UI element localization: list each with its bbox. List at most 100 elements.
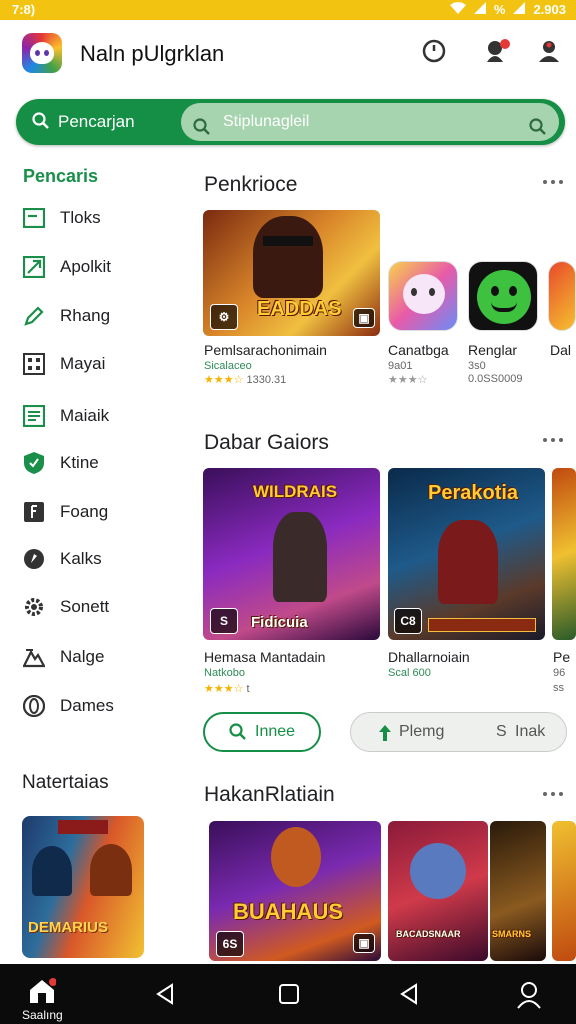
game-card-partial[interactable] bbox=[552, 821, 576, 961]
battery-label: % bbox=[493, 2, 506, 17]
sidebar-item-rhang[interactable]: Rhang bbox=[22, 301, 172, 331]
game-card-bacadsnaar[interactable]: BACADSNAAR bbox=[388, 821, 488, 961]
game-card-wildrais[interactable]: WILDRAIS Fidicuia S bbox=[203, 468, 380, 640]
sidebar-item-label: Rhang bbox=[60, 306, 111, 325]
sidebar-item-label: Ktine bbox=[60, 453, 99, 472]
app-icon-partial[interactable] bbox=[548, 261, 576, 331]
thumbnail-banner bbox=[58, 820, 108, 834]
app-name: Canatbga bbox=[388, 342, 449, 358]
app-name: Dhallarnoiain bbox=[388, 649, 470, 665]
smiley-face bbox=[477, 270, 531, 324]
clock: 2.903 bbox=[533, 2, 566, 17]
app-name: Renglar bbox=[468, 342, 518, 358]
sidebar-item-sonett[interactable]: Sonett bbox=[22, 592, 172, 622]
sidebar-item-dames[interactable]: Dames bbox=[22, 691, 172, 721]
smiley-eye bbox=[491, 286, 499, 296]
star-rating-icon: ★★★☆ bbox=[204, 683, 244, 695]
arrow-icon[interactable] bbox=[377, 724, 393, 742]
search-input[interactable]: Stiplunagleil bbox=[181, 103, 559, 141]
thumbnail-title: DEMARIUS bbox=[28, 919, 109, 936]
mascot-face bbox=[403, 274, 445, 314]
app-rating: ★★★☆ 1330.31 bbox=[204, 374, 287, 386]
sidebar-subheading: Natertaias bbox=[22, 772, 109, 793]
game-card-partial[interactable] bbox=[552, 468, 576, 640]
sidebar-item-label: Kalks bbox=[60, 549, 102, 568]
clock-icon[interactable] bbox=[421, 38, 447, 64]
status-bar: 7:8) % 2.903 bbox=[0, 0, 576, 20]
sidebar-featured-thumbnail[interactable]: DEMARIUS bbox=[22, 816, 144, 958]
card-badge: 6S bbox=[216, 931, 244, 957]
home-button-icon[interactable] bbox=[278, 983, 300, 1010]
game-card-buahaus[interactable]: BUAHAUS 6S ▣ bbox=[209, 821, 381, 961]
book-icon bbox=[22, 500, 46, 524]
card-art-title: SMARNS bbox=[492, 929, 532, 939]
game-card-perakotia[interactable]: Perakotia C8 bbox=[388, 468, 545, 640]
featured-game-card[interactable]: EADDAS ⚙ ▣ bbox=[203, 210, 380, 336]
character-left bbox=[32, 846, 72, 896]
app-icon-canatbga[interactable] bbox=[388, 261, 458, 331]
card-badge: C8 bbox=[394, 608, 422, 634]
search-bar[interactable]: Pencarjan Stiplunagleil bbox=[16, 99, 565, 145]
chip-label: Innee bbox=[255, 723, 296, 740]
sidebar-item-mayai[interactable]: Mayai bbox=[22, 349, 172, 379]
search-input-icon bbox=[193, 113, 211, 151]
sidebar-item-foang[interactable]: Foang bbox=[22, 497, 172, 527]
app-rating: ★★★☆ t bbox=[204, 683, 250, 695]
signal-icon bbox=[473, 2, 486, 17]
sidebar-item-maiaik[interactable]: Maiaik bbox=[22, 401, 172, 431]
sidebar-item-apolkit[interactable]: Apolkit bbox=[22, 252, 172, 282]
mascot-eye bbox=[429, 288, 435, 296]
app-subtext: 3s0 bbox=[468, 360, 486, 372]
app-logo[interactable] bbox=[22, 33, 62, 73]
game-card-smarns[interactable]: SMARNS bbox=[490, 821, 546, 961]
back-icon[interactable] bbox=[154, 983, 176, 1010]
recents-icon[interactable] bbox=[398, 983, 420, 1010]
screen-icon bbox=[22, 206, 46, 230]
app-developer: Scal 600 bbox=[388, 667, 431, 679]
search-icon bbox=[32, 112, 50, 135]
more-options-icon[interactable] bbox=[543, 180, 563, 186]
account-icon[interactable] bbox=[536, 38, 562, 64]
sidebar-item-label: Tloks bbox=[60, 208, 101, 227]
grid-icon bbox=[22, 352, 46, 376]
arrow-app-icon bbox=[22, 255, 46, 279]
more-options-icon[interactable] bbox=[543, 792, 563, 798]
warrior-figure bbox=[273, 512, 327, 602]
card-corner-icon: ▣ bbox=[353, 308, 375, 328]
sidebar-item-kalks[interactable]: Kalks bbox=[22, 544, 172, 574]
armored-hero bbox=[438, 520, 498, 604]
star-rating-icon: ★★★☆ bbox=[204, 374, 244, 386]
notification-icon[interactable] bbox=[483, 38, 510, 64]
card-art-title: EADDAS bbox=[257, 298, 342, 320]
card-art-title: BACADSNAAR bbox=[396, 929, 461, 939]
sidebar-item-label: Dames bbox=[60, 696, 114, 715]
app-name: Pemlsarachonimain bbox=[204, 342, 327, 358]
smiley-eye bbox=[509, 286, 517, 296]
chip-prefix: S bbox=[496, 723, 507, 740]
app-name: Hemasa Mantadain bbox=[204, 649, 326, 665]
chip-label[interactable]: Plemg bbox=[399, 723, 444, 741]
chip-innee[interactable]: Innee bbox=[203, 712, 321, 752]
sidebar-item-label: Foang bbox=[60, 502, 109, 521]
card-badge: S bbox=[210, 608, 238, 634]
sidebar-item-tloks[interactable]: Tloks bbox=[22, 203, 172, 233]
sidebar-item-label: Sonett bbox=[60, 597, 110, 616]
chip-label[interactable]: Inak bbox=[515, 723, 545, 741]
sidebar-item-ktine[interactable]: Ktine bbox=[22, 448, 172, 478]
sidebar-item-label: Nalge bbox=[60, 647, 105, 666]
profile-icon[interactable] bbox=[514, 980, 544, 1015]
app-rating: 0.0SS0009 bbox=[468, 373, 523, 385]
compass-icon bbox=[22, 547, 46, 571]
search-submit-icon[interactable] bbox=[529, 113, 547, 151]
app-name: Dal bbox=[550, 342, 572, 358]
document-icon bbox=[22, 404, 46, 428]
app-title: Naln pUlgrklan bbox=[80, 41, 225, 66]
search-placeholder: Stiplunagleil bbox=[223, 113, 310, 130]
more-options-icon[interactable] bbox=[543, 438, 563, 444]
app-bar: Naln pUlgrklan bbox=[0, 20, 576, 90]
sidebar-item-nalge[interactable]: Nalge bbox=[22, 642, 172, 672]
chip-group: Plemg S Inak bbox=[350, 712, 567, 752]
app-icon-renglar[interactable] bbox=[468, 261, 538, 331]
home-icon[interactable] bbox=[28, 978, 57, 1009]
search-icon bbox=[229, 723, 247, 741]
